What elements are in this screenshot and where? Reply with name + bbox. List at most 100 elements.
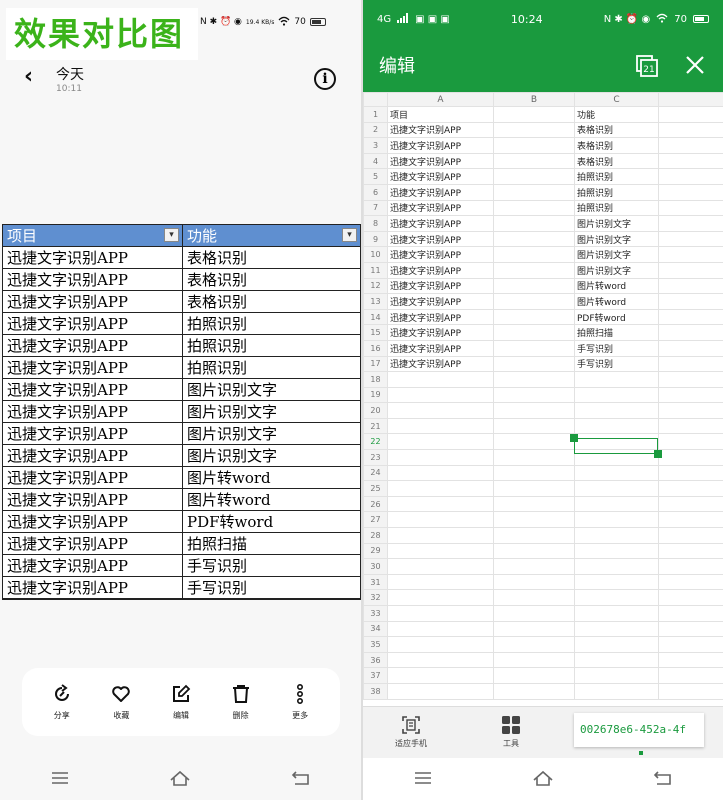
- home-icon[interactable]: [532, 770, 554, 790]
- sheet-cell[interactable]: [574, 449, 659, 466]
- back-nav-icon[interactable]: [652, 770, 674, 790]
- sheet-cell[interactable]: 迅捷文字识别APP: [387, 355, 494, 373]
- sheet-cell[interactable]: 迅捷文字识别APP: [387, 137, 494, 154]
- sheet-cell[interactable]: 迅捷文字识别APP: [387, 339, 494, 357]
- row-number[interactable]: 6: [363, 183, 388, 201]
- sheet-cell[interactable]: 手写识别: [574, 339, 659, 357]
- sheet-cell[interactable]: [493, 682, 575, 700]
- sheet-cell[interactable]: 图片识别文字: [574, 261, 659, 279]
- sheet-cell[interactable]: [493, 199, 575, 217]
- sheet-cell[interactable]: [658, 106, 723, 123]
- sheet-cell[interactable]: [493, 511, 575, 529]
- sheet-cell[interactable]: [658, 527, 723, 544]
- home-icon[interactable]: [169, 770, 191, 790]
- sheet-cell[interactable]: [493, 137, 575, 154]
- sheet-cell[interactable]: [658, 605, 723, 622]
- sheet-cell[interactable]: [658, 152, 723, 170]
- back-nav-icon[interactable]: [290, 770, 312, 790]
- sheet-cell[interactable]: [658, 402, 723, 419]
- sheet-cell[interactable]: 拍照扫描: [574, 324, 659, 341]
- sheet-cell[interactable]: [387, 511, 494, 529]
- sheet-cell[interactable]: [387, 417, 494, 435]
- sheet-cell[interactable]: [493, 339, 575, 357]
- sheet-cell[interactable]: [574, 573, 659, 591]
- sheet-cell[interactable]: 拍照识别: [574, 183, 659, 201]
- sheet-cell[interactable]: 图片识别文字: [574, 215, 659, 232]
- back-button[interactable]: ‹: [24, 64, 33, 89]
- sheet-cell[interactable]: [658, 495, 723, 513]
- sheet-cell[interactable]: 迅捷文字识别APP: [387, 230, 494, 248]
- sheet-cell[interactable]: [658, 667, 723, 684]
- sheet-cell[interactable]: [493, 558, 575, 575]
- row-number[interactable]: 21: [363, 417, 388, 435]
- sheet-cell[interactable]: 迅捷文字识别APP: [387, 215, 494, 232]
- sheet-cell[interactable]: [658, 215, 723, 232]
- row-number[interactable]: 29: [363, 542, 388, 560]
- sheet-cell[interactable]: [493, 449, 575, 466]
- sheet-cell[interactable]: [493, 371, 575, 388]
- sheet-cell[interactable]: [658, 417, 723, 435]
- row-number[interactable]: 10: [363, 246, 388, 263]
- sheet-cell[interactable]: 项目: [387, 106, 494, 123]
- sheet-cell[interactable]: 图片识别文字: [574, 230, 659, 248]
- row-number[interactable]: 35: [363, 636, 388, 653]
- sheet-cell[interactable]: [493, 417, 575, 435]
- spreadsheet-grid[interactable]: A B C 1 项目 功能 2 迅捷文字识别APP 表格识别 3 迅捷文字识别APP 表格识别 4…: [363, 92, 723, 706]
- sheet-cell[interactable]: [387, 542, 494, 560]
- sheet-cell[interactable]: [658, 246, 723, 263]
- sheet-cell[interactable]: 迅捷文字识别APP: [387, 293, 494, 310]
- sheet-cell[interactable]: [574, 511, 659, 529]
- row-number[interactable]: 5: [363, 168, 388, 185]
- row-number[interactable]: 2: [363, 121, 388, 139]
- sheet-cell[interactable]: [387, 527, 494, 544]
- sheet-cell[interactable]: [658, 277, 723, 295]
- row-number[interactable]: 1: [363, 106, 388, 123]
- sheet-cell[interactable]: [493, 121, 575, 139]
- sheet-cell[interactable]: [387, 495, 494, 513]
- filter-dropdown-icon[interactable]: ▾: [342, 228, 357, 242]
- sheet-cell[interactable]: [387, 682, 494, 700]
- row-number[interactable]: 38: [363, 682, 388, 700]
- share-button[interactable]: 分享: [37, 683, 87, 721]
- sheet-cell[interactable]: [493, 183, 575, 201]
- sheet-cell[interactable]: 表格识别: [574, 137, 659, 154]
- sheet-cell[interactable]: 图片转word: [574, 293, 659, 310]
- sheet-cell[interactable]: [493, 355, 575, 373]
- row-number[interactable]: 7: [363, 199, 388, 217]
- row-number[interactable]: 13: [363, 293, 388, 310]
- sheet-cell[interactable]: 拍照识别: [574, 168, 659, 185]
- sheet-cell[interactable]: 迅捷文字识别APP: [387, 121, 494, 139]
- favorite-button[interactable]: 收藏: [96, 684, 146, 721]
- sheet-cell[interactable]: [387, 386, 494, 404]
- sheet-cell[interactable]: [658, 183, 723, 201]
- sheet-cell[interactable]: [574, 620, 659, 638]
- row-number[interactable]: 34: [363, 620, 388, 638]
- sheet-cell[interactable]: [493, 480, 575, 497]
- sheet-cell[interactable]: [493, 324, 575, 341]
- sheet-cell[interactable]: [658, 682, 723, 700]
- sheet-cell[interactable]: [658, 589, 723, 606]
- sheet-cell[interactable]: [493, 667, 575, 684]
- sheet-cell[interactable]: [574, 371, 659, 388]
- sheet-cell[interactable]: [387, 433, 494, 451]
- row-number[interactable]: 15: [363, 324, 388, 341]
- sheet-cell[interactable]: [574, 636, 659, 653]
- sheet-cell[interactable]: [658, 199, 723, 217]
- sheet-cell[interactable]: 迅捷文字识别APP: [387, 199, 494, 217]
- sheet-cell[interactable]: 迅捷文字识别APP: [387, 152, 494, 170]
- sheet-cell[interactable]: [658, 168, 723, 185]
- sheet-cell[interactable]: [493, 433, 575, 451]
- sheet-cell[interactable]: [387, 667, 494, 684]
- row-number[interactable]: 33: [363, 605, 388, 622]
- copy-icon[interactable]: 21: [635, 54, 659, 78]
- sheet-cell[interactable]: 功能: [574, 106, 659, 123]
- column-header-a[interactable]: A: [387, 92, 494, 107]
- row-number[interactable]: 22: [363, 433, 388, 451]
- sheet-cell[interactable]: [658, 464, 723, 482]
- sheet-cell[interactable]: [387, 651, 494, 669]
- sheet-cell[interactable]: 迅捷文字识别APP: [387, 277, 494, 295]
- sheet-cell[interactable]: [574, 527, 659, 544]
- column-header-b[interactable]: B: [493, 92, 575, 107]
- sheet-cell[interactable]: 手写识别: [574, 355, 659, 373]
- sheet-cell[interactable]: [493, 230, 575, 248]
